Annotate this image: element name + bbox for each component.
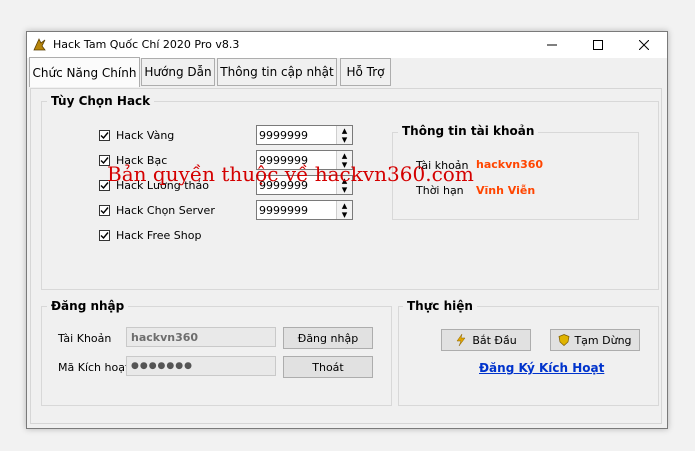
action-title: Thực hiện xyxy=(403,299,477,313)
window-title: Hack Tam Quốc Chí 2020 Pro v8.3 xyxy=(53,38,240,51)
checkbox-checked-icon xyxy=(99,130,110,141)
minimize-button[interactable] xyxy=(529,32,575,58)
gold-amount-value: 9999999 xyxy=(259,129,308,142)
activation-code-field[interactable]: ●●●●●●● xyxy=(126,356,276,376)
hack-gold-checkbox[interactable]: Hack Vàng xyxy=(99,129,174,142)
start-button-label: Bắt Đầu xyxy=(472,333,517,347)
app-window: Hack Tam Quốc Chí 2020 Pro v8.3 Chức Năn… xyxy=(26,31,668,429)
maximize-button[interactable] xyxy=(575,32,621,58)
duration-value: Vĩnh Viễn xyxy=(476,184,536,197)
minimize-icon xyxy=(547,44,557,46)
lightning-icon xyxy=(456,334,466,346)
tab-update-info[interactable]: Thông tin cập nhật xyxy=(217,58,337,86)
checkbox-checked-icon xyxy=(99,230,110,241)
close-icon xyxy=(639,40,649,50)
tab-main-functions[interactable]: Chức Năng Chính xyxy=(29,57,140,87)
server-amount-stepper[interactable]: 9999999 ▴ ▾ xyxy=(256,199,353,221)
pause-button-label: Tạm Dừng xyxy=(574,333,632,347)
app-logo-icon xyxy=(33,38,46,51)
spin-down-icon[interactable]: ▾ xyxy=(337,133,352,146)
maximize-icon xyxy=(593,40,603,50)
account-info-title: Thông tin tài khoản xyxy=(398,124,539,138)
login-account-field[interactable]: hackvn360 xyxy=(126,327,276,347)
tab-strip: Chức Năng Chính Hướng Dẫn Thông tin cập … xyxy=(27,57,667,90)
exit-button[interactable]: Thoát xyxy=(283,356,373,378)
pause-button[interactable]: Tạm Dừng xyxy=(550,329,640,351)
login-button[interactable]: Đăng nhập xyxy=(283,327,373,349)
tab-support[interactable]: Hỗ Trợ xyxy=(340,58,391,86)
login-account-label: Tài Khoản xyxy=(58,332,112,345)
login-title: Đăng nhập xyxy=(47,299,129,313)
spin-down-icon[interactable]: ▾ xyxy=(337,208,352,221)
hack-free-shop-label: Hack Free Shop xyxy=(116,229,202,242)
hack-server-checkbox[interactable]: Hack Chọn Server xyxy=(99,204,215,217)
hack-free-shop-checkbox[interactable]: Hack Free Shop xyxy=(99,229,201,242)
title-bar[interactable]: Hack Tam Quốc Chí 2020 Pro v8.3 xyxy=(27,32,667,58)
tab-guide[interactable]: Hướng Dẫn xyxy=(141,58,215,86)
account-value: hackvn360 xyxy=(476,158,544,171)
start-button[interactable]: Bắt Đầu xyxy=(441,329,531,351)
action-group xyxy=(398,306,659,406)
copyright-watermark: Bản quyền thuộc về hackvn360.com xyxy=(107,162,474,186)
hack-gold-label: Hack Vàng xyxy=(116,129,175,142)
hack-options-title: Tùy Chọn Hack xyxy=(47,94,155,108)
close-button[interactable] xyxy=(621,32,667,58)
spin-down-icon[interactable]: ▾ xyxy=(337,183,352,196)
main-panel: Tùy Chọn Hack Hack Vàng Hack Bạc Hack Lư… xyxy=(30,88,662,424)
gold-amount-stepper[interactable]: 9999999 ▴ ▾ xyxy=(256,124,353,146)
register-activation-link[interactable]: Đăng Ký Kích Hoạt xyxy=(479,361,604,375)
activation-code-label: Mã Kích hoạt xyxy=(58,361,130,374)
shield-icon xyxy=(559,334,570,346)
server-amount-value: 9999999 xyxy=(259,204,308,217)
checkbox-checked-icon xyxy=(99,205,110,216)
hack-server-label: Hack Chọn Server xyxy=(116,204,215,217)
